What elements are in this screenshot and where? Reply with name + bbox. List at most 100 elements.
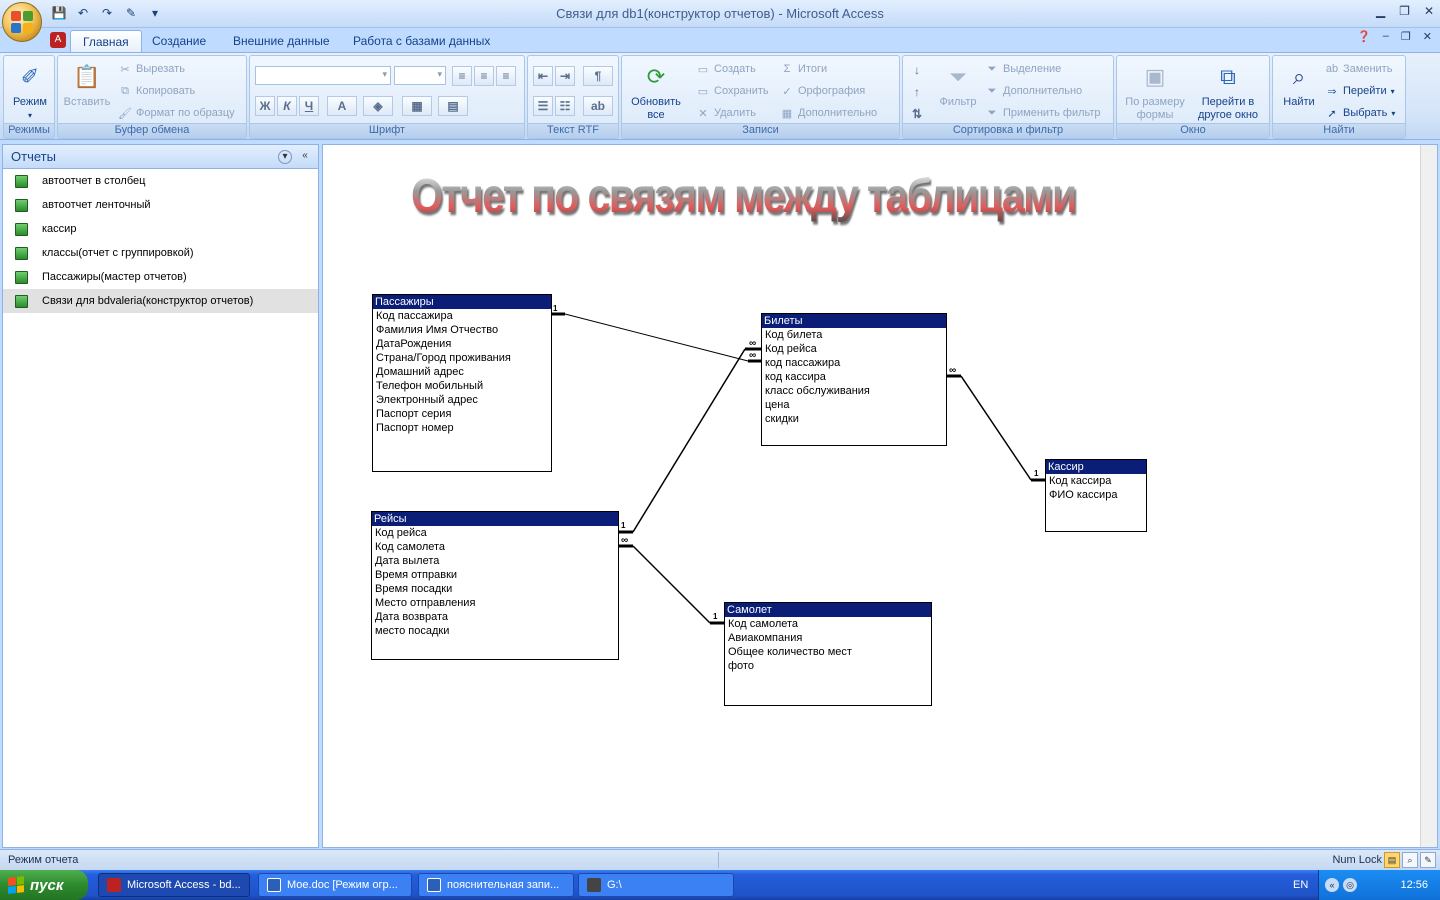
- funnel-icon: ⏷: [949, 63, 967, 89]
- sort-descending-icon[interactable]: ↑: [907, 82, 927, 102]
- find-button[interactable]: ⌕ Найти: [1277, 60, 1321, 109]
- minimize-icon[interactable]: ▁: [1376, 4, 1385, 18]
- design-view-small-icon[interactable]: ✎: [1420, 852, 1436, 868]
- align-left-icon[interactable]: ≡: [452, 66, 472, 86]
- group-views: ✐ Режим ▾ Режимы: [3, 55, 55, 139]
- more-records-button[interactable]: ▦ Дополнительно: [780, 104, 877, 122]
- underline-button[interactable]: Ч: [299, 96, 319, 116]
- nav-item-report[interactable]: классы(отчет с группировкой): [3, 241, 318, 265]
- highlight-icon[interactable]: ab: [583, 96, 613, 116]
- advanced-filter-button[interactable]: ⏷ Дополнительно: [985, 82, 1083, 100]
- table-field: место посадки: [375, 625, 450, 637]
- spelling-button[interactable]: ✓ Орфография: [780, 82, 865, 100]
- numbering-icon[interactable]: ☰: [533, 96, 553, 116]
- decrease-indent-icon[interactable]: ⇤: [533, 66, 553, 86]
- table-field: Паспорт серия: [376, 408, 452, 420]
- font-name-combo[interactable]: [255, 66, 391, 85]
- save-record-button[interactable]: ▭ Сохранить: [696, 82, 769, 100]
- bold-button[interactable]: Ж: [255, 96, 275, 116]
- doc-restore-icon[interactable]: ❐: [1401, 30, 1411, 43]
- report-view-icon[interactable]: ▤: [1384, 852, 1400, 868]
- gridlines-icon[interactable]: ▦: [402, 96, 432, 116]
- size-to-fit-button[interactable]: ▣ По размеру формы: [1121, 60, 1189, 122]
- fill-color-icon[interactable]: ◈: [363, 96, 393, 116]
- copy-button[interactable]: ⧉ Копировать: [118, 82, 195, 100]
- format-painter-button[interactable]: 🖌 Формат по образцу: [118, 104, 235, 122]
- italic-button[interactable]: К: [277, 96, 297, 116]
- group-window: ▣ По размеру формы ⧉ Перейти в другое ок…: [1116, 55, 1270, 139]
- table-field: ФИО кассира: [1049, 489, 1118, 501]
- table-tickets[interactable]: Билеты Код билета Код рейса код пассажир…: [761, 313, 947, 446]
- scissors-icon: ✂: [120, 63, 130, 76]
- alternate-fill-icon[interactable]: ▤: [438, 96, 468, 116]
- maximize-icon[interactable]: ❐: [1399, 4, 1410, 18]
- font-color-button[interactable]: A: [327, 96, 357, 116]
- doc-minimize-icon[interactable]: –: [1383, 30, 1389, 43]
- nav-pane-header[interactable]: Отчеты ▾ «: [3, 145, 318, 169]
- taskbar-item-explorer[interactable]: G:\: [578, 873, 734, 897]
- report-icon: [15, 270, 28, 284]
- font-size-combo[interactable]: [394, 66, 446, 85]
- filter-button[interactable]: ⏷ Фильтр: [933, 60, 983, 109]
- tab-home[interactable]: Главная: [70, 30, 142, 52]
- taskbar-item-access[interactable]: Microsoft Access - bd...: [98, 873, 250, 897]
- refresh-label-2: все: [647, 109, 665, 121]
- taskbar-item-word-2[interactable]: пояснительная запи...: [418, 873, 574, 897]
- totals-button[interactable]: Σ Итоги: [780, 60, 828, 78]
- relation-line: [564, 313, 749, 362]
- tab-create[interactable]: Создание: [140, 30, 218, 52]
- refresh-all-button[interactable]: ⟳ Обновить все: [626, 60, 686, 122]
- goto-button[interactable]: ⇒ Перейти ▾: [1325, 82, 1394, 100]
- table-plane[interactable]: Самолет Код самолета Авиакомпания Общее …: [724, 602, 932, 706]
- bullets-icon[interactable]: ☷: [555, 96, 575, 116]
- status-num-lock: Num Lock: [1332, 854, 1382, 866]
- align-center-icon[interactable]: ≡: [474, 66, 494, 86]
- toggle-filter-button[interactable]: ⏷ Применить фильтр: [985, 104, 1101, 122]
- view-mode-button[interactable]: ✐ Режим ▾: [8, 60, 52, 122]
- replace-button[interactable]: ab Заменить: [1325, 60, 1393, 78]
- office-logo-icon: [11, 11, 33, 33]
- format-painter-label: Формат по образцу: [136, 107, 235, 119]
- taskbar-item-word[interactable]: Мое.doc [Режим огр...: [258, 873, 412, 897]
- table-flights[interactable]: Рейсы Код рейса Код самолета Дата вылета…: [371, 511, 619, 660]
- nav-menu-chevron-icon[interactable]: ▾: [278, 150, 292, 164]
- paragraph-direction-icon[interactable]: ¶: [583, 66, 613, 86]
- vertical-scrollbar[interactable]: [1420, 145, 1437, 847]
- table-cashier[interactable]: Кассир Код кассира ФИО кассира: [1045, 459, 1147, 532]
- office-button[interactable]: [2, 2, 42, 42]
- switch-windows-button[interactable]: ⧉ Перейти в другое окно: [1189, 60, 1267, 122]
- increase-indent-icon[interactable]: ⇥: [555, 66, 575, 86]
- select-button[interactable]: ➚ Выбрать ▾: [1325, 104, 1395, 122]
- print-preview-icon[interactable]: ⌕: [1402, 852, 1418, 868]
- selection-button[interactable]: ⏷ Выделение: [985, 60, 1062, 78]
- help-icon[interactable]: ❓: [1357, 30, 1371, 43]
- align-right-icon[interactable]: ≡: [496, 66, 516, 86]
- group-label-clipboard: Буфер обмена: [58, 123, 246, 138]
- table-passengers[interactable]: Пассажиры Код пассажира Фамилия Имя Отче…: [372, 294, 552, 472]
- start-button[interactable]: пуск: [0, 870, 88, 900]
- new-record-button[interactable]: ▭ Создать: [696, 60, 756, 78]
- cardinality-one: 1: [713, 612, 718, 621]
- cut-label: Вырезать: [136, 63, 185, 75]
- nav-item-report[interactable]: автоотчет ленточный: [3, 193, 318, 217]
- nav-item-report[interactable]: Пассажиры(мастер отчетов): [3, 265, 318, 289]
- clear-sort-icon[interactable]: ⇅: [907, 104, 927, 124]
- task-label: Microsoft Access - bd...: [127, 879, 241, 891]
- paste-button[interactable]: 📋 Вставить: [62, 60, 112, 109]
- nav-item-report[interactable]: автоотчет в столбец: [3, 169, 318, 193]
- doc-close-icon[interactable]: ✕: [1423, 30, 1432, 43]
- sort-ascending-icon[interactable]: ↓: [907, 60, 927, 80]
- tab-external-data[interactable]: Внешние данные: [221, 30, 342, 52]
- group-label-find: Найти: [1273, 123, 1405, 138]
- tab-database-tools[interactable]: Работа с базами данных: [341, 30, 502, 52]
- close-icon[interactable]: ✕: [1424, 4, 1434, 18]
- nav-collapse-icon[interactable]: «: [298, 150, 312, 164]
- cut-button[interactable]: ✂ Вырезать: [118, 60, 185, 78]
- language-indicator[interactable]: EN: [1293, 879, 1308, 891]
- nav-item-report[interactable]: кассир: [3, 217, 318, 241]
- delete-record-button[interactable]: ✕ Удалить: [696, 104, 756, 122]
- tray-back-icon[interactable]: «: [1325, 878, 1339, 892]
- nav-item-report-selected[interactable]: Связи для bdvaleria(конструктор отчетов): [3, 289, 318, 313]
- task-label: G:\: [607, 879, 622, 891]
- network-icon[interactable]: ◎: [1343, 878, 1357, 892]
